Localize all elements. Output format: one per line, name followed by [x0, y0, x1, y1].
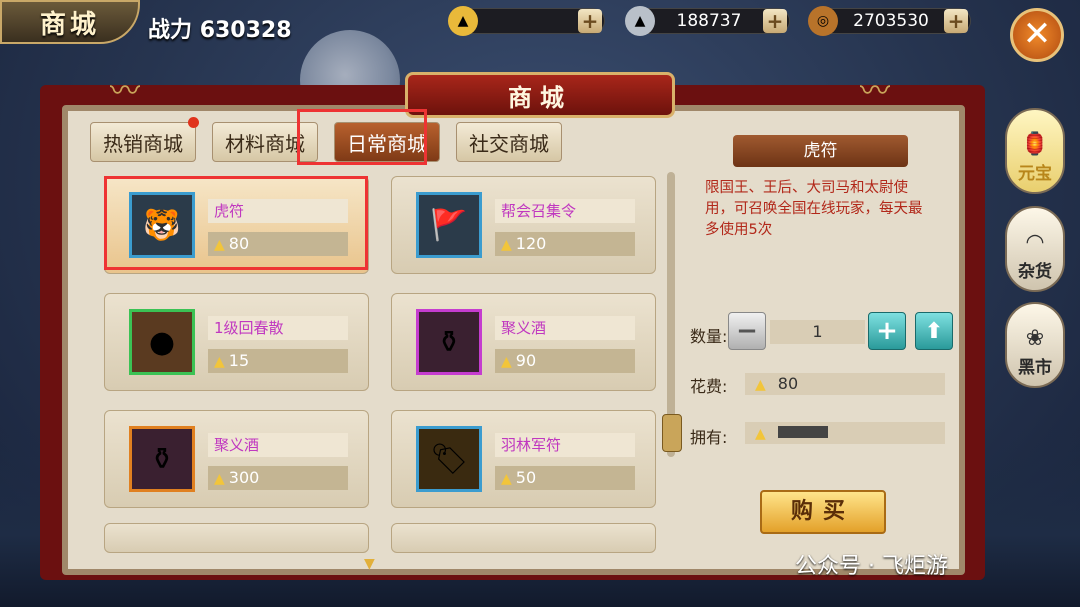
- notification-dot: [188, 117, 199, 128]
- lotus-icon: ❀: [1025, 326, 1045, 351]
- scroll-handle[interactable]: [662, 414, 682, 452]
- item-card-partial[interactable]: [391, 523, 656, 553]
- dragon-ornament-right-icon: 〰: [860, 74, 890, 109]
- item-name: 聚义酒: [495, 316, 635, 340]
- side-nav-label: 元宝: [1018, 164, 1052, 184]
- watermark: 公众号 · 飞炬游: [795, 554, 948, 579]
- item-price-value: 50: [515, 468, 537, 487]
- quantity-label: 数量:: [690, 327, 728, 346]
- item-card[interactable]: ⚱ 聚义酒 ▲ 90: [391, 293, 656, 391]
- currency-copper: ◎ 2703530 +: [808, 6, 971, 36]
- close-button[interactable]: ✕: [1010, 8, 1064, 62]
- owned-field: ▲: [745, 422, 945, 444]
- item-card[interactable]: ● 1级回春散 ▲ 15: [104, 293, 369, 391]
- item-description: 限国王、王后、大司马和太尉使用，可召唤全国在线玩家，每天最多使用5次: [705, 180, 923, 238]
- item-card[interactable]: 🏷 羽林军符 ▲ 50: [391, 410, 656, 508]
- item-price-value: 300: [228, 468, 260, 487]
- gold-ingot-icon: ▲: [501, 471, 512, 487]
- lantern-icon: 🏮: [1021, 132, 1049, 157]
- scroll-down-icon: ▼: [364, 556, 375, 572]
- panel-title: 商城: [508, 83, 572, 112]
- detail-title: 虎符: [733, 135, 908, 167]
- currency-silver-value: 188737: [676, 11, 742, 31]
- combat-power: 战力 630328: [148, 12, 292, 44]
- item-price-value: 15: [228, 351, 250, 370]
- tab-highlight-box: [297, 109, 427, 165]
- silver-ingot-icon: ▲: [625, 6, 655, 36]
- gold-ingot-icon: ▲: [501, 354, 512, 370]
- item-price: ▲ 15: [208, 349, 348, 373]
- add-gold-button[interactable]: +: [578, 9, 602, 33]
- item-price: ▲ 50: [495, 466, 635, 490]
- fan-icon: ◠: [1025, 230, 1045, 255]
- buy-button[interactable]: 购买: [760, 490, 886, 534]
- gold-ingot-icon: ▲: [755, 426, 766, 442]
- tab-social[interactable]: 社交商城: [456, 122, 562, 162]
- combat-value: 630328: [199, 18, 292, 43]
- item-name: 1级回春散: [208, 316, 348, 340]
- item-card-partial[interactable]: [104, 523, 369, 553]
- item-name: 帮会召集令: [495, 199, 635, 223]
- combat-label: 战力: [148, 18, 193, 43]
- max-quantity-button[interactable]: ⬆: [915, 312, 953, 350]
- currency-copper-value: 2703530: [853, 11, 929, 31]
- tab-label: 热销商城: [103, 131, 183, 156]
- shop-title: 商城: [39, 9, 100, 40]
- gold-ingot-icon: ▲: [501, 237, 512, 253]
- side-nav-label: 杂货: [1018, 262, 1052, 282]
- guard-token-icon: 🏷: [416, 426, 482, 492]
- wine-jar-icon: ⚱: [129, 426, 195, 492]
- cost-label: 花费:: [690, 377, 728, 396]
- add-silver-button[interactable]: +: [763, 9, 787, 33]
- item-card[interactable]: 🚩 帮会召集令 ▲ 120: [391, 176, 656, 274]
- item-highlight-box: [104, 176, 368, 270]
- tab-hot-sale[interactable]: 热销商城: [90, 117, 199, 162]
- gold-ingot-icon: ▲: [214, 471, 225, 487]
- side-nav-ingot[interactable]: 🏮 元宝: [1005, 108, 1065, 194]
- item-price: ▲ 120: [495, 232, 635, 256]
- owned-label: 拥有:: [690, 428, 728, 447]
- cost-value: 80: [777, 374, 799, 393]
- decrease-quantity-button[interactable]: −: [728, 312, 766, 350]
- gold-ingot-icon: ▲: [448, 6, 478, 36]
- item-price-value: 90: [515, 351, 537, 370]
- item-price: ▲ 90: [495, 349, 635, 373]
- add-copper-button[interactable]: +: [944, 9, 968, 33]
- rally-order-icon: 🚩: [416, 192, 482, 258]
- quantity-input[interactable]: 1: [770, 320, 865, 344]
- item-price-value: 120: [515, 234, 547, 253]
- side-nav-black-market[interactable]: ❀ 黑市: [1005, 302, 1065, 388]
- copper-coin-icon: ◎: [808, 6, 838, 36]
- panel-title-plaque: 商城: [405, 72, 675, 118]
- currency-gold: ▲ +: [448, 6, 605, 36]
- dragon-ornament-left-icon: 〰: [110, 74, 140, 109]
- item-name: 聚义酒: [208, 433, 348, 457]
- item-card[interactable]: ⚱ 聚义酒 ▲ 300: [104, 410, 369, 508]
- side-nav-label: 黑市: [1018, 358, 1052, 378]
- shop-title-badge: 商城: [0, 0, 140, 44]
- cost-field: ▲ 80: [745, 373, 945, 395]
- owned-value: [777, 426, 828, 438]
- gold-ingot-icon: ▲: [755, 377, 766, 393]
- currency-silver: ▲ 188737 +: [625, 6, 790, 36]
- increase-quantity-button[interactable]: +: [868, 312, 906, 350]
- wine-jar-icon: ⚱: [416, 309, 482, 375]
- item-price: ▲ 300: [208, 466, 348, 490]
- healing-pills-icon: ●: [129, 309, 195, 375]
- tab-label: 社交商城: [469, 131, 549, 156]
- side-nav-general[interactable]: ◠ 杂货: [1005, 206, 1065, 292]
- gold-ingot-icon: ▲: [214, 354, 225, 370]
- item-name: 羽林军符: [495, 433, 635, 457]
- tab-label: 材料商城: [225, 131, 305, 156]
